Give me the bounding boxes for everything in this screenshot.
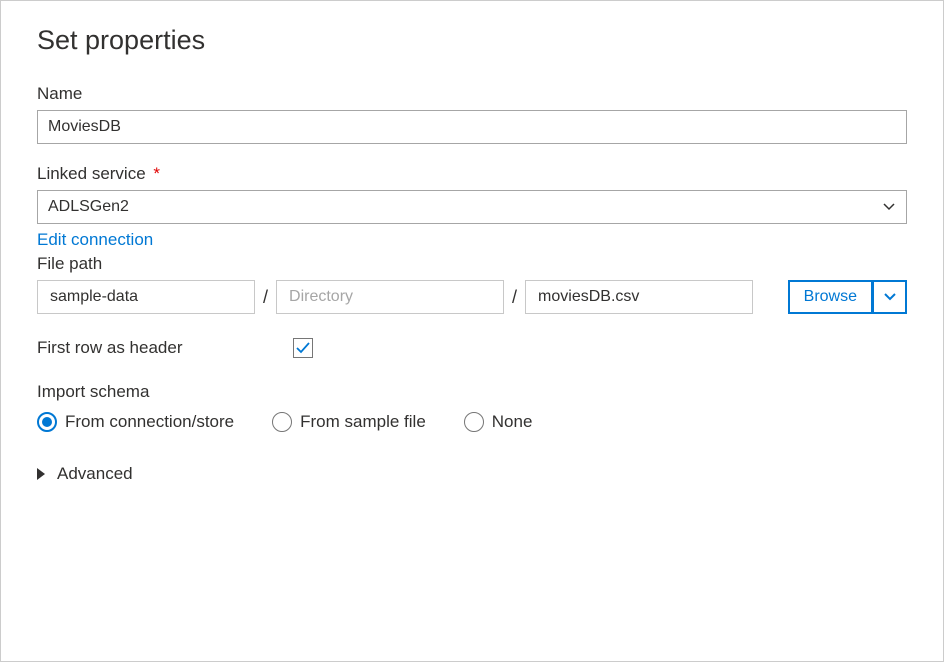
checkmark-icon [295,340,311,356]
import-schema-label: Import schema [37,382,907,402]
linked-service-label: Linked service * [37,164,907,184]
name-input[interactable] [37,110,907,144]
file-path-section: File path / / Browse [37,254,907,314]
page-title: Set properties [37,25,907,56]
first-row-header-checkbox[interactable] [293,338,313,358]
linked-service-select-wrap [37,190,907,224]
radio-from-connection[interactable]: From connection/store [37,412,234,432]
browse-button-group: Browse [788,280,907,314]
first-row-header-label: First row as header [37,338,293,358]
file-path-container-input[interactable] [37,280,255,314]
radio-from-sample-file[interactable]: From sample file [272,412,426,432]
name-label: Name [37,84,907,104]
chevron-down-icon [884,293,896,301]
file-path-file-input[interactable] [525,280,753,314]
file-path-row: / / Browse [37,280,907,314]
radio-dot-icon [42,417,52,427]
advanced-toggle[interactable]: Advanced [37,464,907,484]
expand-triangle-icon [37,468,45,480]
name-field-group: Name [37,84,907,144]
browse-button[interactable]: Browse [788,280,873,314]
radio-circle-icon [464,412,484,432]
radio-label: None [492,412,533,432]
edit-connection-link[interactable]: Edit connection [37,230,153,250]
path-separator: / [263,287,268,308]
first-row-header-row: First row as header [37,338,907,358]
radio-circle-icon [37,412,57,432]
import-schema-radio-group: From connection/store From sample file N… [37,412,907,432]
file-path-directory-input[interactable] [276,280,504,314]
file-path-label: File path [37,254,907,274]
browse-dropdown-button[interactable] [873,280,907,314]
advanced-label: Advanced [57,464,133,484]
linked-service-label-text: Linked service [37,164,146,183]
linked-service-field-group: Linked service * Edit connection File pa… [37,164,907,314]
import-schema-section: Import schema From connection/store From… [37,382,907,432]
radio-none[interactable]: None [464,412,533,432]
radio-label: From connection/store [65,412,234,432]
radio-circle-icon [272,412,292,432]
set-properties-panel: Set properties Name Linked service * Edi… [0,0,944,662]
radio-label: From sample file [300,412,426,432]
required-indicator: * [153,164,160,183]
path-separator: / [512,287,517,308]
linked-service-select[interactable] [37,190,907,224]
